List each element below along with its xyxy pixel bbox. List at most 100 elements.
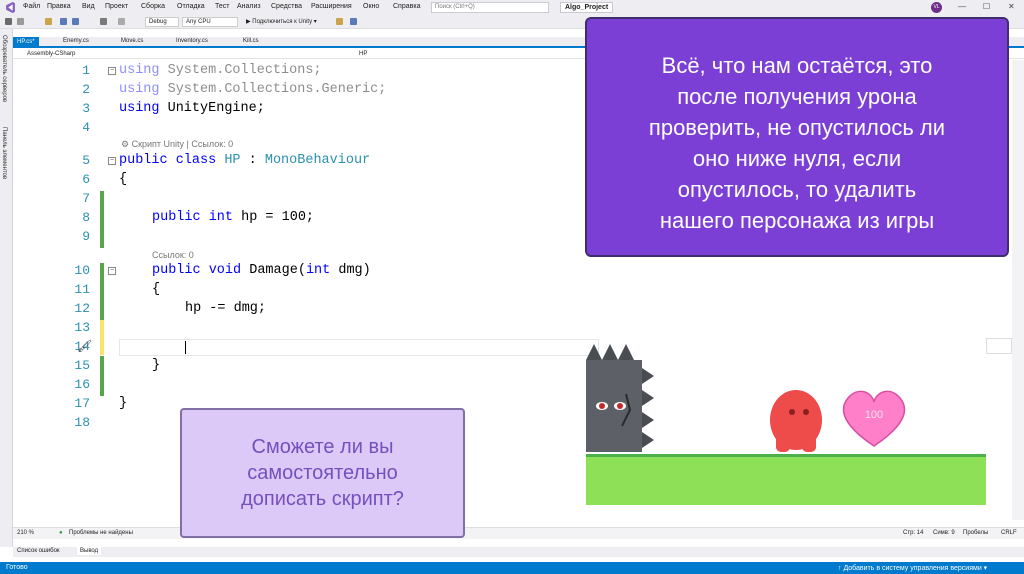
code-line: public class HP : MonoBehaviour	[119, 153, 371, 168]
quick-actions-icon[interactable]: 🖌	[77, 339, 92, 353]
menu-file[interactable]: Файл	[23, 3, 40, 10]
side-tool-tabs: Обозреватель серверов Панель элементов	[0, 29, 13, 547]
tab-output[interactable]: Вывод	[77, 547, 102, 555]
save-icon[interactable]	[60, 18, 67, 25]
menu-help[interactable]: Справка	[393, 3, 420, 10]
tab-kill-cs[interactable]: Kill.cs	[243, 38, 259, 44]
platform-select[interactable]: Any CPU	[182, 17, 238, 27]
menu-analyze[interactable]: Анализ	[237, 3, 261, 10]
line-number: 6	[82, 172, 90, 187]
line-number: 16	[74, 377, 90, 392]
column-indicator: Симв: 9	[933, 530, 955, 536]
project-dropdown[interactable]: Assembly-CSharp	[27, 51, 75, 57]
open-folder-icon[interactable]	[45, 18, 52, 25]
change-marker	[100, 191, 104, 248]
menu-extensions[interactable]: Расширения	[311, 3, 352, 10]
menu-test[interactable]: Тест	[215, 3, 229, 10]
line-indicator: Стр: 14	[903, 530, 924, 536]
fold-toggle-icon[interactable]: −	[108, 157, 116, 165]
line-number: 3	[82, 101, 90, 116]
line-number: 10	[74, 263, 90, 278]
line-number: 18	[74, 415, 90, 430]
heart-hp-icon: 100	[842, 390, 906, 447]
fold-toggle-icon[interactable]: −	[108, 267, 116, 275]
toolbox-tab[interactable]: Панель элементов	[1, 127, 7, 179]
toolbar-misc2-icon[interactable]	[350, 18, 357, 25]
tab-move-cs[interactable]: Move.cs	[121, 38, 143, 44]
source-control-button[interactable]: ↑ Добавить в систему управления версиями…	[838, 564, 987, 572]
issues-indicator[interactable]: Проблемы не найдены	[69, 530, 133, 536]
menu-build[interactable]: Сборка	[141, 3, 165, 10]
callout-line: нашего персонажа из игры	[659, 208, 935, 233]
fold-toggle-icon[interactable]: −	[108, 67, 116, 75]
code-line: public int hp = 100;	[152, 210, 315, 225]
check-icon: ●	[59, 530, 63, 536]
line-number: 15	[74, 358, 90, 373]
code-lens[interactable]: Ссылок: 0	[152, 250, 194, 260]
line-number: 12	[74, 301, 90, 316]
tab-enemy-cs[interactable]: Enemy.cs	[63, 38, 89, 44]
tab-inventory-cs[interactable]: Inventory.cs	[176, 38, 208, 44]
current-line-highlight	[119, 339, 599, 356]
game-preview: 100	[586, 338, 986, 505]
line-number: 2	[82, 82, 90, 97]
visual-studio-logo-icon[interactable]	[5, 2, 16, 13]
type-dropdown[interactable]: HP	[359, 51, 367, 57]
callout-line: Всё, что нам остаётся, это	[661, 53, 933, 78]
forward-icon[interactable]	[17, 18, 24, 25]
vertical-scrollbar[interactable]	[1012, 60, 1024, 520]
line-number: 9	[82, 229, 90, 244]
code-line: }	[119, 396, 128, 411]
ground	[586, 454, 986, 505]
attach-to-unity-button[interactable]: ▶ Подключиться к Unity ▾	[246, 18, 317, 25]
close-icon[interactable]: ✕	[1008, 2, 1015, 11]
whitespace-indicator[interactable]: Пробелы	[963, 530, 988, 536]
callout-line: самостоятельно	[247, 462, 398, 484]
toolbar-misc-icon[interactable]	[336, 18, 343, 25]
tab-hp-cs[interactable]: HP.cs*	[13, 37, 39, 47]
undo-icon[interactable]	[100, 18, 107, 25]
callout-line: оно ниже нуля, если	[692, 146, 902, 171]
code-lens[interactable]: ⚙ Скрипт Unity | Ссылок: 0	[121, 139, 233, 150]
callout-line: дописать скрипт?	[241, 488, 404, 510]
line-number: 5	[82, 153, 90, 168]
line-number: 13	[74, 320, 90, 335]
menu-project[interactable]: Проект	[105, 3, 128, 10]
menu-bar: Файл Правка Вид Проект Сборка Отладка Те…	[0, 0, 1024, 15]
tab-error-list[interactable]: Список ошибок	[17, 548, 60, 554]
line-number: 8	[82, 210, 90, 225]
menu-window[interactable]: Окно	[363, 3, 379, 10]
line-number: 1	[82, 63, 90, 78]
line-number: 11	[74, 282, 90, 297]
code-line: {	[152, 282, 161, 297]
hp-value: 100	[865, 409, 883, 421]
text-caret	[185, 341, 186, 354]
line-ending-indicator[interactable]: CRLF	[1001, 530, 1017, 536]
back-icon[interactable]	[5, 18, 12, 25]
project-title: Algo_Project	[560, 2, 614, 13]
question-callout: Сможете ли вы самостоятельно дописать ск…	[180, 408, 465, 538]
callout-line: Сможете ли вы	[251, 436, 394, 458]
menu-edit[interactable]: Правка	[47, 3, 71, 10]
status-bar: Готово ↑ Добавить в систему управления в…	[0, 562, 1024, 574]
explanation-callout: Всё, что нам остаётся, это после получен…	[585, 17, 1009, 257]
configuration-select[interactable]: Debug	[145, 17, 179, 27]
maximize-icon[interactable]: ☐	[983, 2, 990, 11]
zoom-level[interactable]: 210 %	[17, 530, 34, 536]
menu-debug[interactable]: Отладка	[177, 3, 205, 10]
search-input[interactable]: Поиск (Ctrl+Q)	[431, 2, 549, 13]
player-character	[770, 390, 822, 452]
code-line: {	[119, 172, 128, 187]
editor-status-line: 210 % ● Проблемы не найдены Стр: 14 Симв…	[13, 527, 1024, 539]
server-explorer-tab[interactable]: Обозреватель серверов	[1, 35, 7, 102]
save-all-icon[interactable]	[72, 18, 79, 25]
minimize-icon[interactable]: —	[958, 2, 966, 11]
redo-icon[interactable]	[118, 18, 125, 25]
code-line: using System.Collections.Generic;	[119, 82, 387, 97]
avatar[interactable]: VL	[931, 2, 942, 13]
change-marker	[100, 263, 104, 320]
menu-view[interactable]: Вид	[82, 3, 95, 10]
code-line: public void Damage(int dmg)	[152, 263, 371, 278]
callout-line: после получения урона	[677, 84, 917, 109]
menu-tools[interactable]: Средства	[271, 3, 302, 10]
